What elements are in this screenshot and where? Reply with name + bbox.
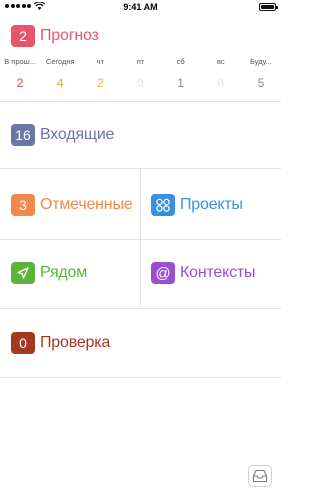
forecast-day[interactable]: Буду... 5 xyxy=(241,57,281,90)
day-name: сб xyxy=(176,57,185,66)
forecast-day[interactable]: пт 0 xyxy=(120,57,160,90)
forecast-day[interactable]: вс 0 xyxy=(201,57,241,90)
projects-icon xyxy=(151,194,175,216)
battery-icon xyxy=(259,3,278,11)
flagged-row[interactable]: 3 Отмеченные xyxy=(11,194,133,216)
divider xyxy=(0,377,281,378)
inbox-tray-icon xyxy=(252,469,268,483)
nearby-row[interactable]: Рядом xyxy=(11,262,87,284)
day-name: вс xyxy=(216,57,225,66)
day-name: чт xyxy=(96,57,105,66)
column-divider xyxy=(140,169,141,308)
divider xyxy=(0,101,281,102)
day-count: 2 xyxy=(16,76,24,90)
contexts-label: Контексты xyxy=(180,264,256,281)
day-count: 0 xyxy=(217,76,225,90)
forecast-day[interactable]: чт 2 xyxy=(80,57,120,90)
day-name: Сегодня xyxy=(45,57,75,66)
forecast-label: Прогноз xyxy=(40,27,99,44)
flagged-count-badge: 3 xyxy=(11,194,35,216)
inbox-row[interactable]: 16 Входящие xyxy=(11,124,114,146)
divider xyxy=(0,308,281,309)
review-label: Проверка xyxy=(40,334,111,351)
at-icon: @ xyxy=(151,262,175,284)
forecast-days: В прош... 2 Сегодня 4 чт 2 пт 0 сб 1 вс … xyxy=(0,57,281,90)
quick-entry-button[interactable] xyxy=(248,465,272,487)
review-count-badge: 0 xyxy=(11,332,35,354)
contexts-row[interactable]: @ Контексты xyxy=(151,262,256,284)
inbox-label: Входящие xyxy=(40,126,115,143)
day-name: В прош... xyxy=(4,57,36,66)
forecast-row[interactable]: 2 Прогноз xyxy=(11,25,99,47)
nearby-label: Рядом xyxy=(40,264,88,281)
day-name: пт xyxy=(136,57,145,66)
status-bar: 9:41 AM xyxy=(0,0,281,16)
status-time: 9:41 AM xyxy=(123,2,158,12)
flagged-label: Отмеченные xyxy=(40,196,133,213)
day-count: 0 xyxy=(137,76,144,90)
inbox-count-badge: 16 xyxy=(11,124,35,146)
projects-label: Проекты xyxy=(180,196,243,213)
review-row[interactable]: 0 Проверка xyxy=(11,332,110,354)
forecast-day[interactable]: В прош... 2 xyxy=(0,57,40,90)
forecast-day[interactable]: сб 1 xyxy=(161,57,201,90)
forecast-count-badge: 2 xyxy=(11,25,35,47)
day-count: 2 xyxy=(97,76,104,90)
day-count: 1 xyxy=(177,76,184,90)
location-arrow-icon xyxy=(11,262,35,284)
day-count: 5 xyxy=(257,76,265,90)
forecast-day[interactable]: Сегодня 4 xyxy=(40,57,80,90)
projects-row[interactable]: Проекты xyxy=(151,194,243,216)
day-name: Буду... xyxy=(249,57,272,66)
day-count: 4 xyxy=(56,76,64,90)
